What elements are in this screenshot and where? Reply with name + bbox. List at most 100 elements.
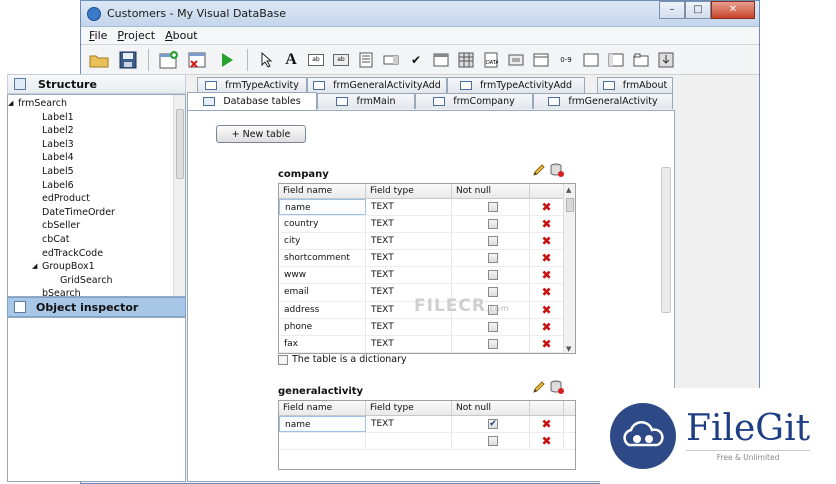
table-row[interactable]: fax TEXT ✖ xyxy=(279,335,575,353)
data-tool-icon[interactable]: DATA xyxy=(481,48,501,72)
minimize-button[interactable]: – xyxy=(659,0,685,19)
edit-table-icon[interactable] xyxy=(532,163,546,177)
column-header[interactable]: Not null xyxy=(452,184,530,198)
menu-about[interactable]: About xyxy=(165,29,198,42)
run-icon[interactable] xyxy=(215,48,239,72)
field-type-cell[interactable]: TEXT xyxy=(366,199,452,216)
field-name-cell[interactable]: country xyxy=(279,216,366,233)
dictionary-checkbox[interactable]: The table is a dictionary xyxy=(278,354,407,365)
tree-item[interactable]: Label5 xyxy=(8,165,185,179)
field-type-cell[interactable]: TEXT xyxy=(366,250,452,267)
dictionary-checkbox-box[interactable] xyxy=(278,354,288,365)
tree-item[interactable]: edProduct xyxy=(8,192,185,206)
delete-field-icon[interactable]: ✖ xyxy=(530,301,564,318)
tree-item[interactable]: DateTimeOrder xyxy=(8,206,185,220)
field-name-cell[interactable]: name xyxy=(279,416,366,433)
tree-item[interactable]: cbCat xyxy=(8,233,185,247)
panel-tool-icon[interactable] xyxy=(531,48,551,72)
button-tool-icon[interactable] xyxy=(506,48,526,72)
edit-table-icon[interactable] xyxy=(532,380,546,394)
column-header[interactable]: Field type xyxy=(366,401,452,415)
delete-field-icon[interactable]: ✖ xyxy=(530,284,564,301)
tree-item[interactable]: Label1 xyxy=(8,111,185,125)
tabs-tool-icon[interactable] xyxy=(631,48,651,72)
not-null-checkbox[interactable] xyxy=(488,321,498,332)
field-type-cell[interactable]: TEXT xyxy=(366,216,452,233)
table-row[interactable]: name TEXT ✖ xyxy=(279,199,575,217)
tree-item[interactable]: Label4 xyxy=(8,151,185,165)
delete-field-icon[interactable]: ✖ xyxy=(530,199,564,216)
table-row[interactable]: shortcomment TEXT ✖ xyxy=(279,250,575,268)
combo-tool-icon[interactable] xyxy=(381,48,401,72)
counter-tool-icon[interactable]: 0-9 xyxy=(556,48,576,72)
delete-field-icon[interactable]: ✖ xyxy=(530,233,564,250)
field-type-cell[interactable]: TEXT xyxy=(366,416,452,433)
table-row[interactable]: city TEXT ✖ xyxy=(279,233,575,251)
not-null-checkbox[interactable] xyxy=(488,270,498,281)
save-icon[interactable] xyxy=(116,48,140,72)
field-type-cell[interactable]: TEXT xyxy=(366,335,452,352)
not-null-checkbox[interactable] xyxy=(488,436,498,447)
tab-frmtypeactivityadd[interactable]: frmTypeActivityAdd xyxy=(447,77,585,93)
tab-frmabout[interactable]: frmAbout xyxy=(597,77,673,93)
field-type-cell[interactable]: TEXT xyxy=(366,233,452,250)
field-name-cell[interactable]: city xyxy=(279,233,366,250)
page-scrollbar[interactable] xyxy=(661,167,671,313)
tree-item[interactable]: edTrackCode xyxy=(8,247,185,261)
not-null-checkbox[interactable]: ✔ xyxy=(488,419,498,429)
tree-item[interactable]: ◢ GroupBox1 xyxy=(8,260,185,274)
not-null-checkbox[interactable] xyxy=(488,219,498,230)
tree-item[interactable]: cbSeller xyxy=(8,219,185,233)
not-null-checkbox[interactable] xyxy=(488,236,498,247)
tree-item[interactable]: GridSearch xyxy=(8,274,185,288)
delete-field-icon[interactable]: ✖ xyxy=(530,250,564,267)
tree-item[interactable]: Label3 xyxy=(8,138,185,152)
tree-item[interactable]: bSearch xyxy=(8,287,185,296)
field-type-cell[interactable]: TEXT xyxy=(366,267,452,284)
table-row[interactable]: ✖ xyxy=(279,433,575,451)
new-form-icon[interactable] xyxy=(157,48,181,72)
delete-field-icon[interactable]: ✖ xyxy=(530,267,564,284)
tab-frmcompany[interactable]: frmCompany xyxy=(415,93,533,109)
table-row[interactable]: name TEXT ✔ ✖ xyxy=(279,416,575,434)
image-tool-icon[interactable] xyxy=(606,48,626,72)
memo-tool-icon[interactable]: ab xyxy=(331,48,351,72)
delete-field-icon[interactable]: ✖ xyxy=(530,318,564,335)
tree-item[interactable]: Label6 xyxy=(8,179,185,193)
checkbox-tool-icon[interactable]: ✔ xyxy=(406,48,426,72)
table-row[interactable]: phone TEXT ✖ xyxy=(279,318,575,336)
tree-scrollbar[interactable] xyxy=(173,95,185,296)
not-null-checkbox[interactable] xyxy=(488,338,498,349)
delete-field-icon[interactable]: ✖ xyxy=(530,416,564,433)
menu-file[interactable]: File xyxy=(89,29,107,42)
structure-tree[interactable]: ◢ frmSearch Label1 Label2 Label3 Label4 Label5… xyxy=(7,94,186,297)
delete-form-icon[interactable] xyxy=(186,48,210,72)
delete-table-icon[interactable] xyxy=(550,163,564,177)
column-header[interactable]: Field name xyxy=(279,401,366,415)
object-inspector-body[interactable] xyxy=(7,317,186,482)
field-name-cell[interactable]: address xyxy=(279,301,366,318)
table-row[interactable]: www TEXT ✖ xyxy=(279,267,575,285)
tab-frmtypeactivity[interactable]: frmTypeActivity xyxy=(197,77,307,93)
field-type-cell[interactable] xyxy=(366,433,452,450)
delete-field-icon[interactable]: ✖ xyxy=(530,335,564,352)
tree-item[interactable]: Label2 xyxy=(8,124,185,138)
delete-field-icon[interactable]: ✖ xyxy=(530,216,564,233)
grid-tool-icon[interactable] xyxy=(456,48,476,72)
not-null-checkbox[interactable] xyxy=(488,253,498,264)
field-name-cell[interactable]: shortcomment xyxy=(279,250,366,267)
datetime-tool-icon[interactable] xyxy=(431,48,451,72)
tab-frmmain[interactable]: frmMain xyxy=(317,93,415,109)
expand-arrow-icon[interactable]: ◢ xyxy=(32,260,37,274)
tab-database-tables[interactable]: Database tables xyxy=(187,92,317,110)
frame-tool-icon[interactable] xyxy=(581,48,601,72)
delete-table-icon[interactable] xyxy=(550,380,564,394)
edit-tool-icon[interactable]: ab xyxy=(306,48,326,72)
field-name-cell[interactable]: name xyxy=(279,199,366,216)
close-button[interactable]: ✕ xyxy=(711,0,755,19)
field-name-cell[interactable]: fax xyxy=(279,335,366,352)
tab-frmgeneralactivity[interactable]: frmGeneralActivity xyxy=(533,93,673,109)
expand-arrow-icon[interactable]: ◢ xyxy=(8,97,13,111)
field-name-cell[interactable] xyxy=(279,433,366,450)
delete-field-icon[interactable]: ✖ xyxy=(530,433,564,450)
